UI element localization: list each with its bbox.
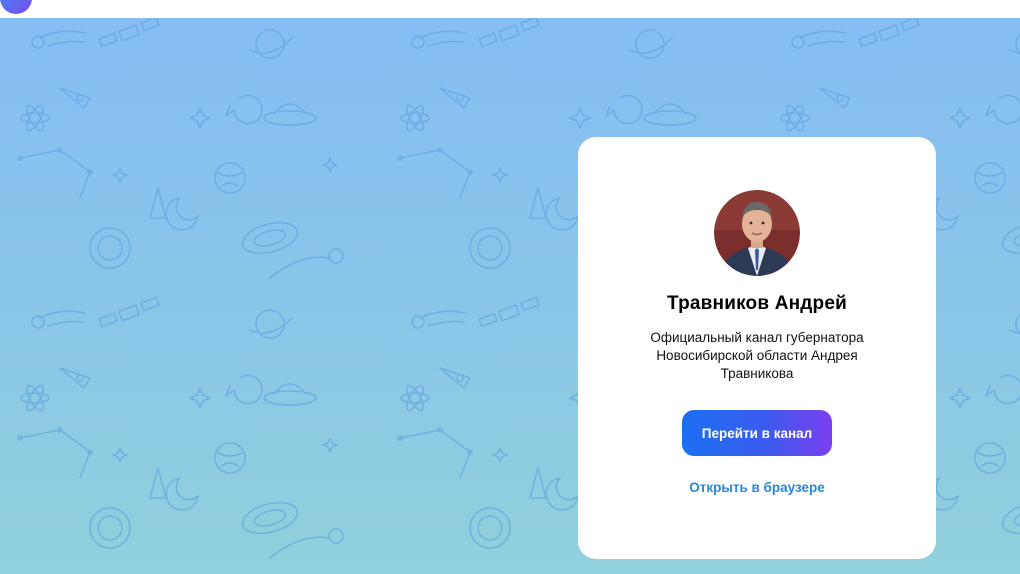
open-in-browser-link[interactable]: Открыть в браузере [689,480,825,495]
channel-name: Травников Андрей [666,293,848,314]
telegram-logo-icon[interactable] [0,0,38,16]
top-bar [0,0,1020,18]
channel-card: Травников Андрей Официальный канал губер… [578,137,936,559]
channel-description: Официальный канал губернатора Новосибирс… [650,330,864,381]
join-channel-button[interactable]: Перейти в канал [682,410,832,456]
channel-avatar-photo [714,190,800,276]
